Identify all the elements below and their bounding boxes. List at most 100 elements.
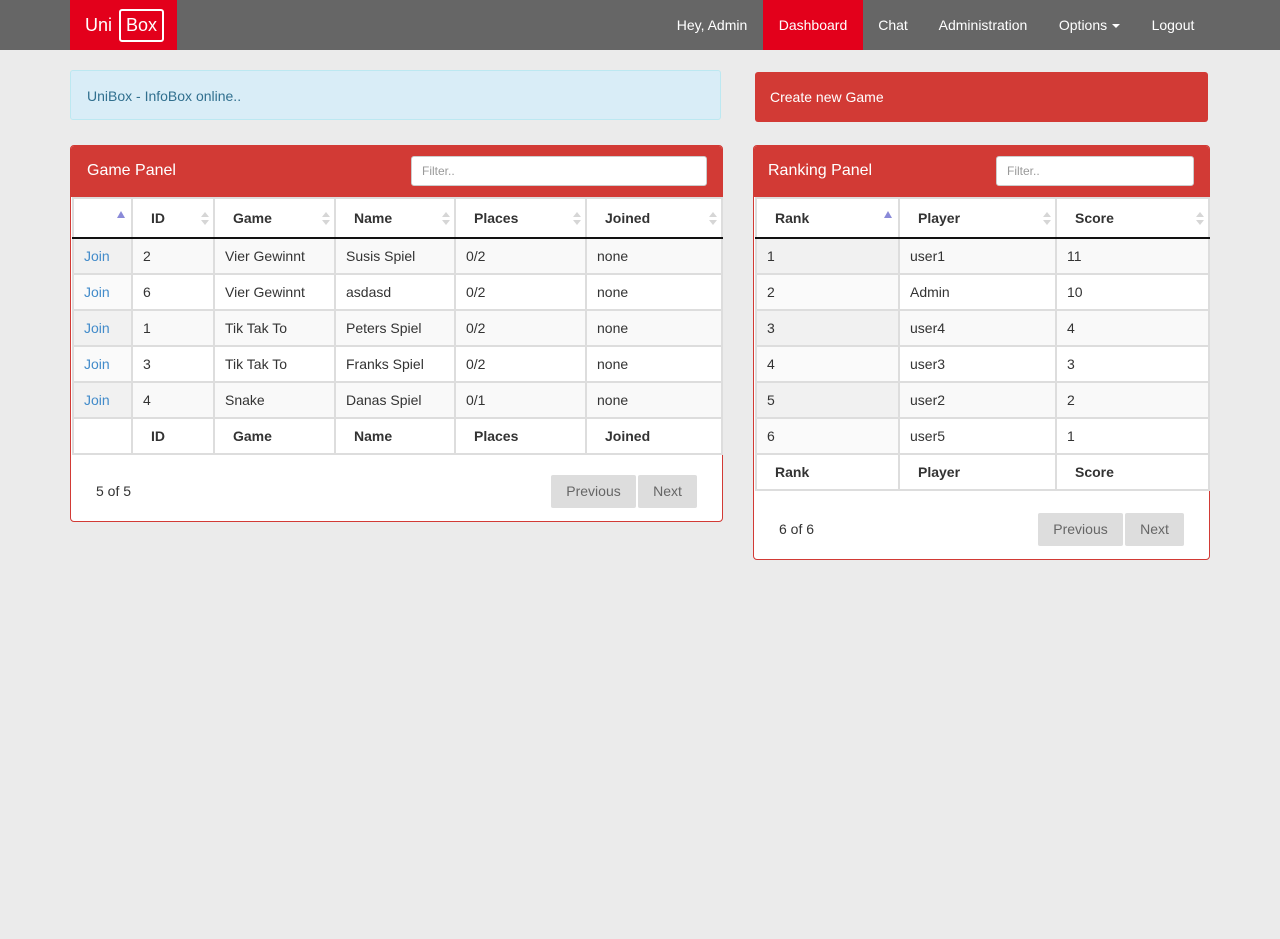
create-new-game-button[interactable]: Create new Game [755, 72, 1208, 122]
brand-logo[interactable]: Uni Box [70, 0, 177, 50]
score-cell: 1 [1055, 417, 1210, 455]
ranking-table-footer-row: Rank Player Score [755, 453, 1210, 491]
join-link[interactable]: Join [84, 248, 110, 264]
ranking-foot-rank: Rank [755, 453, 900, 491]
nav-dashboard[interactable]: Dashboard [763, 0, 863, 50]
game-next-button[interactable]: Next [638, 475, 697, 508]
ranking-foot-score: Score [1055, 453, 1210, 491]
ranking-panel-heading: Ranking Panel [754, 146, 1209, 197]
game-col-id-header[interactable]: ID [131, 197, 215, 239]
ranking-col-rank-header[interactable]: Rank [755, 197, 900, 239]
table-row: Join 3 Tik Tak To Franks Spiel 0/2 none [72, 345, 723, 383]
joined-cell: none [585, 237, 723, 275]
ranking-previous-button[interactable]: Previous [1038, 513, 1123, 546]
rank-cell: 1 [755, 237, 900, 275]
info-alert: UniBox - InfoBox online.. [70, 70, 721, 120]
player-cell: user5 [898, 417, 1057, 455]
ranking-filter-input[interactable] [996, 156, 1194, 186]
ranking-pagination-info: 6 of 6 [779, 521, 815, 537]
name-cell: Peters Spiel [334, 309, 456, 347]
join-cell: Join [72, 309, 133, 347]
rank-cell: 6 [755, 417, 900, 455]
nav-administration[interactable]: Administration [923, 0, 1043, 50]
ranking-panel: Ranking Panel Rank Player Score 1 user1 … [753, 145, 1210, 560]
game-pagination-info: 5 of 5 [96, 483, 132, 499]
places-cell: 0/2 [454, 345, 587, 383]
name-cell: Susis Spiel [334, 237, 456, 275]
name-cell: Franks Spiel [334, 345, 456, 383]
places-cell: 0/1 [454, 381, 587, 419]
join-link[interactable]: Join [84, 356, 110, 372]
game-cell: Tik Tak To [213, 309, 336, 347]
game-foot-action [72, 417, 133, 455]
player-cell: user1 [898, 237, 1057, 275]
rank-cell: 2 [755, 273, 900, 311]
join-link[interactable]: Join [84, 320, 110, 336]
player-cell: user2 [898, 381, 1057, 419]
places-cell: 0/2 [454, 273, 587, 311]
ranking-table-header-row: Rank Player Score [755, 197, 1210, 239]
join-link[interactable]: Join [84, 392, 110, 408]
joined-cell: none [585, 273, 723, 311]
game-col-game-header[interactable]: Game [213, 197, 336, 239]
navbar: Uni Box Hey, Admin Dashboard Chat Admini… [0, 0, 1280, 50]
table-row: 4 user3 3 [755, 345, 1210, 383]
rank-cell: 3 [755, 309, 900, 347]
caret-down-icon [1112, 24, 1121, 29]
game-foot-game: Game [213, 417, 336, 455]
score-cell: 4 [1055, 309, 1210, 347]
table-row: Join 6 Vier Gewinnt asdasd 0/2 none [72, 273, 723, 311]
ranking-panel-title: Ranking Panel [768, 162, 873, 179]
places-cell: 0/2 [454, 237, 587, 275]
nav-options-dropdown[interactable]: Options [1043, 0, 1136, 50]
game-foot-id: ID [131, 417, 215, 455]
game-cell: Tik Tak To [213, 345, 336, 383]
ranking-foot-player: Player [898, 453, 1057, 491]
nav-options-label: Options [1058, 17, 1108, 33]
ranking-next-button[interactable]: Next [1125, 513, 1184, 546]
nav-greeting[interactable]: Hey, Admin [662, 0, 762, 50]
player-cell: user4 [898, 309, 1057, 347]
nav-chat[interactable]: Chat [863, 0, 923, 50]
table-row: 1 user1 11 [755, 237, 1210, 275]
score-cell: 10 [1055, 273, 1210, 311]
game-filter-input[interactable] [411, 156, 707, 186]
id-cell: 1 [131, 309, 215, 347]
ranking-col-score-header[interactable]: Score [1055, 197, 1210, 239]
game-col-places-header[interactable]: Places [454, 197, 587, 239]
header-label: Rank [775, 210, 810, 226]
joined-cell: none [585, 345, 723, 383]
ranking-col-player-header[interactable]: Player [898, 197, 1057, 239]
header-label: Score [1075, 210, 1114, 226]
game-col-action-header[interactable] [72, 197, 133, 239]
brand-box-text: Box [119, 8, 165, 42]
header-label: Name [354, 210, 393, 226]
sort-both-icon [322, 212, 330, 226]
id-cell: 2 [131, 237, 215, 275]
player-cell: Admin [898, 273, 1057, 311]
ranking-table: Rank Player Score 1 user1 11 2 Admin 10 … [755, 197, 1210, 491]
header-label: Player [918, 210, 961, 226]
join-cell: Join [72, 273, 133, 311]
score-cell: 3 [1055, 345, 1210, 383]
game-foot-joined: Joined [585, 417, 723, 455]
id-cell: 6 [131, 273, 215, 311]
game-cell: Vier Gewinnt [213, 237, 336, 275]
game-cell: Vier Gewinnt [213, 273, 336, 311]
game-foot-places: Places [454, 417, 587, 455]
sort-both-icon [1043, 212, 1051, 226]
sort-both-icon [1196, 212, 1204, 226]
header-label: Joined [605, 210, 651, 226]
game-previous-button[interactable]: Previous [551, 475, 636, 508]
join-link[interactable]: Join [84, 284, 110, 300]
sort-both-icon [573, 212, 581, 226]
score-cell: 11 [1055, 237, 1210, 275]
game-col-name-header[interactable]: Name [334, 197, 456, 239]
game-table: ID Game Name Places Joined Join 2 Vier G… [72, 197, 723, 455]
nav-logout[interactable]: Logout [1136, 0, 1210, 50]
player-cell: user3 [898, 345, 1057, 383]
score-cell: 2 [1055, 381, 1210, 419]
name-cell: Danas Spiel [334, 381, 456, 419]
game-col-joined-header[interactable]: Joined [585, 197, 723, 239]
game-cell: Snake [213, 381, 336, 419]
